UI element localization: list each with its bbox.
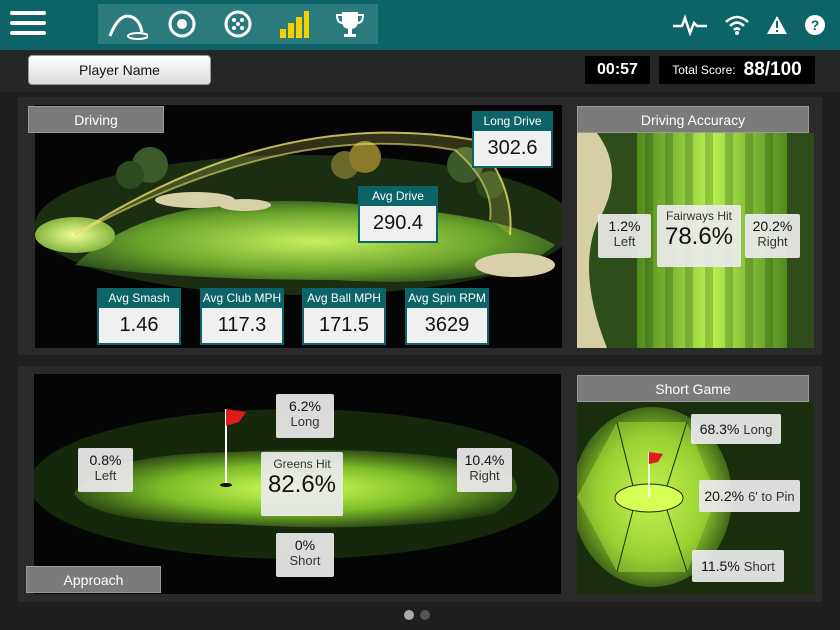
ball-mode-icon[interactable]: [210, 4, 266, 44]
hamburger-menu-icon[interactable]: [10, 11, 46, 39]
total-score-display: Total Score: 88/100: [659, 56, 815, 84]
long-drive-stat: Long Drive 302.6: [472, 111, 553, 168]
approach-long-pct: 6.2%: [289, 398, 321, 414]
approach-left-pct: 0.8%: [89, 452, 122, 468]
page-indicator: [404, 610, 430, 620]
fairway-right-pct: 20.2%: [752, 218, 793, 234]
svg-text:?: ?: [811, 17, 820, 33]
short-game-short-stat: 11.5% Short: [692, 550, 784, 582]
avg-spin-rpm-stat: Avg Spin RPM 3629: [405, 288, 489, 345]
approach-short-stat: 0% Short: [276, 533, 334, 577]
help-icon[interactable]: ?: [804, 14, 826, 36]
avg-smash-label: Avg Smash: [97, 288, 181, 308]
long-drive-value: 302.6: [472, 131, 553, 168]
approach-left-label: Left: [94, 468, 117, 483]
avg-club-mph-stat: Avg Club MPH 117.3: [200, 288, 284, 345]
short-game-long-stat: 68.3% Long: [691, 414, 781, 444]
driving-tab[interactable]: Driving: [28, 106, 164, 133]
approach-right-pct: 10.4%: [464, 452, 505, 468]
heartbeat-icon[interactable]: [672, 14, 708, 36]
short-game-long-pct: 68.3%: [699, 421, 740, 437]
avg-club-mph-label: Avg Club MPH: [200, 288, 284, 308]
avg-drive-value: 290.4: [358, 206, 438, 243]
avg-spin-rpm-value: 3629: [405, 308, 489, 345]
warning-icon[interactable]: [766, 15, 788, 35]
greens-hit-stat: Greens Hit 82.6%: [261, 452, 343, 516]
fairway-right-label: Right: [757, 234, 788, 249]
top-bar: ?: [0, 0, 840, 50]
header-row: Player Name 00:57 Total Score: 88/100: [0, 50, 840, 92]
short-game-short-label: Short: [743, 558, 775, 574]
approach-panel: Approach 6.2% Long 0.8% Left Greens Hit …: [18, 366, 570, 602]
driving-panel: Driving Long Drive 302.6 Avg Drive 290.4…: [18, 97, 570, 355]
session-timer: 00:57: [585, 56, 650, 84]
short-game-pin-pct: 20.2%: [704, 488, 745, 504]
total-score-label: Total Score:: [672, 63, 736, 77]
stats-mode-icon[interactable]: [266, 4, 322, 44]
fairway-left-label: Left: [613, 234, 636, 249]
status-icons: ?: [672, 10, 826, 40]
fairway-right-stat: 20.2% Right: [745, 214, 800, 258]
driving-range-mode-icon[interactable]: [98, 4, 154, 44]
avg-ball-mph-label: Avg Ball MPH: [302, 288, 386, 308]
wifi-icon[interactable]: [724, 14, 750, 36]
driving-accuracy-panel: Driving Accuracy 1.2% Left Fairways Hit …: [570, 97, 822, 355]
page-dot-1[interactable]: [404, 610, 414, 620]
avg-ball-mph-stat: Avg Ball MPH 171.5: [302, 288, 386, 345]
target-mode-icon[interactable]: [154, 4, 210, 44]
total-score-value: 88/100: [743, 59, 802, 80]
fairway-left-pct: 1.2%: [608, 218, 641, 234]
short-game-short-pct: 11.5%: [701, 558, 740, 574]
avg-ball-mph-value: 171.5: [302, 308, 386, 345]
fairways-hit-label: Fairways Hit: [665, 209, 732, 223]
player-name-button[interactable]: Player Name: [28, 55, 211, 85]
approach-long-stat: 6.2% Long: [276, 394, 334, 438]
page-dot-2[interactable]: [420, 610, 430, 620]
trophy-mode-icon[interactable]: [322, 4, 378, 44]
approach-short-pct: 0%: [294, 537, 316, 553]
approach-short-label: Short: [289, 553, 321, 568]
fairway-left-stat: 1.2% Left: [598, 214, 651, 258]
short-game-long-label: Long: [743, 421, 773, 437]
approach-right-label: Right: [469, 468, 500, 483]
approach-left-stat: 0.8% Left: [78, 448, 133, 492]
approach-right-stat: 10.4% Right: [457, 448, 512, 492]
avg-drive-label: Avg Drive: [358, 186, 438, 206]
avg-club-mph-value: 117.3: [200, 308, 284, 345]
fairways-hit-stat: Fairways Hit 78.6%: [657, 205, 741, 267]
short-game-pin-stat: 20.2% 6' to Pin: [699, 480, 800, 512]
approach-tab[interactable]: Approach: [26, 566, 161, 593]
mode-selector: [98, 4, 378, 44]
avg-drive-stat: Avg Drive 290.4: [358, 186, 438, 243]
fairways-hit-pct: 78.6%: [664, 223, 734, 250]
driving-accuracy-tab[interactable]: Driving Accuracy: [577, 106, 809, 133]
greens-hit-label: Greens Hit: [273, 457, 331, 471]
avg-smash-stat: Avg Smash 1.46: [97, 288, 181, 345]
short-game-pin-label: 6' to Pin: [748, 488, 795, 504]
avg-smash-value: 1.46: [97, 308, 181, 345]
greens-hit-pct: 82.6%: [267, 471, 337, 498]
approach-long-label: Long: [290, 414, 320, 429]
short-game-tab[interactable]: Short Game: [577, 375, 809, 402]
short-game-panel: Short Game 68.3% Long 20.2% 6' to Pin 11…: [570, 366, 822, 602]
avg-spin-rpm-label: Avg Spin RPM: [405, 288, 489, 308]
long-drive-label: Long Drive: [472, 111, 553, 131]
